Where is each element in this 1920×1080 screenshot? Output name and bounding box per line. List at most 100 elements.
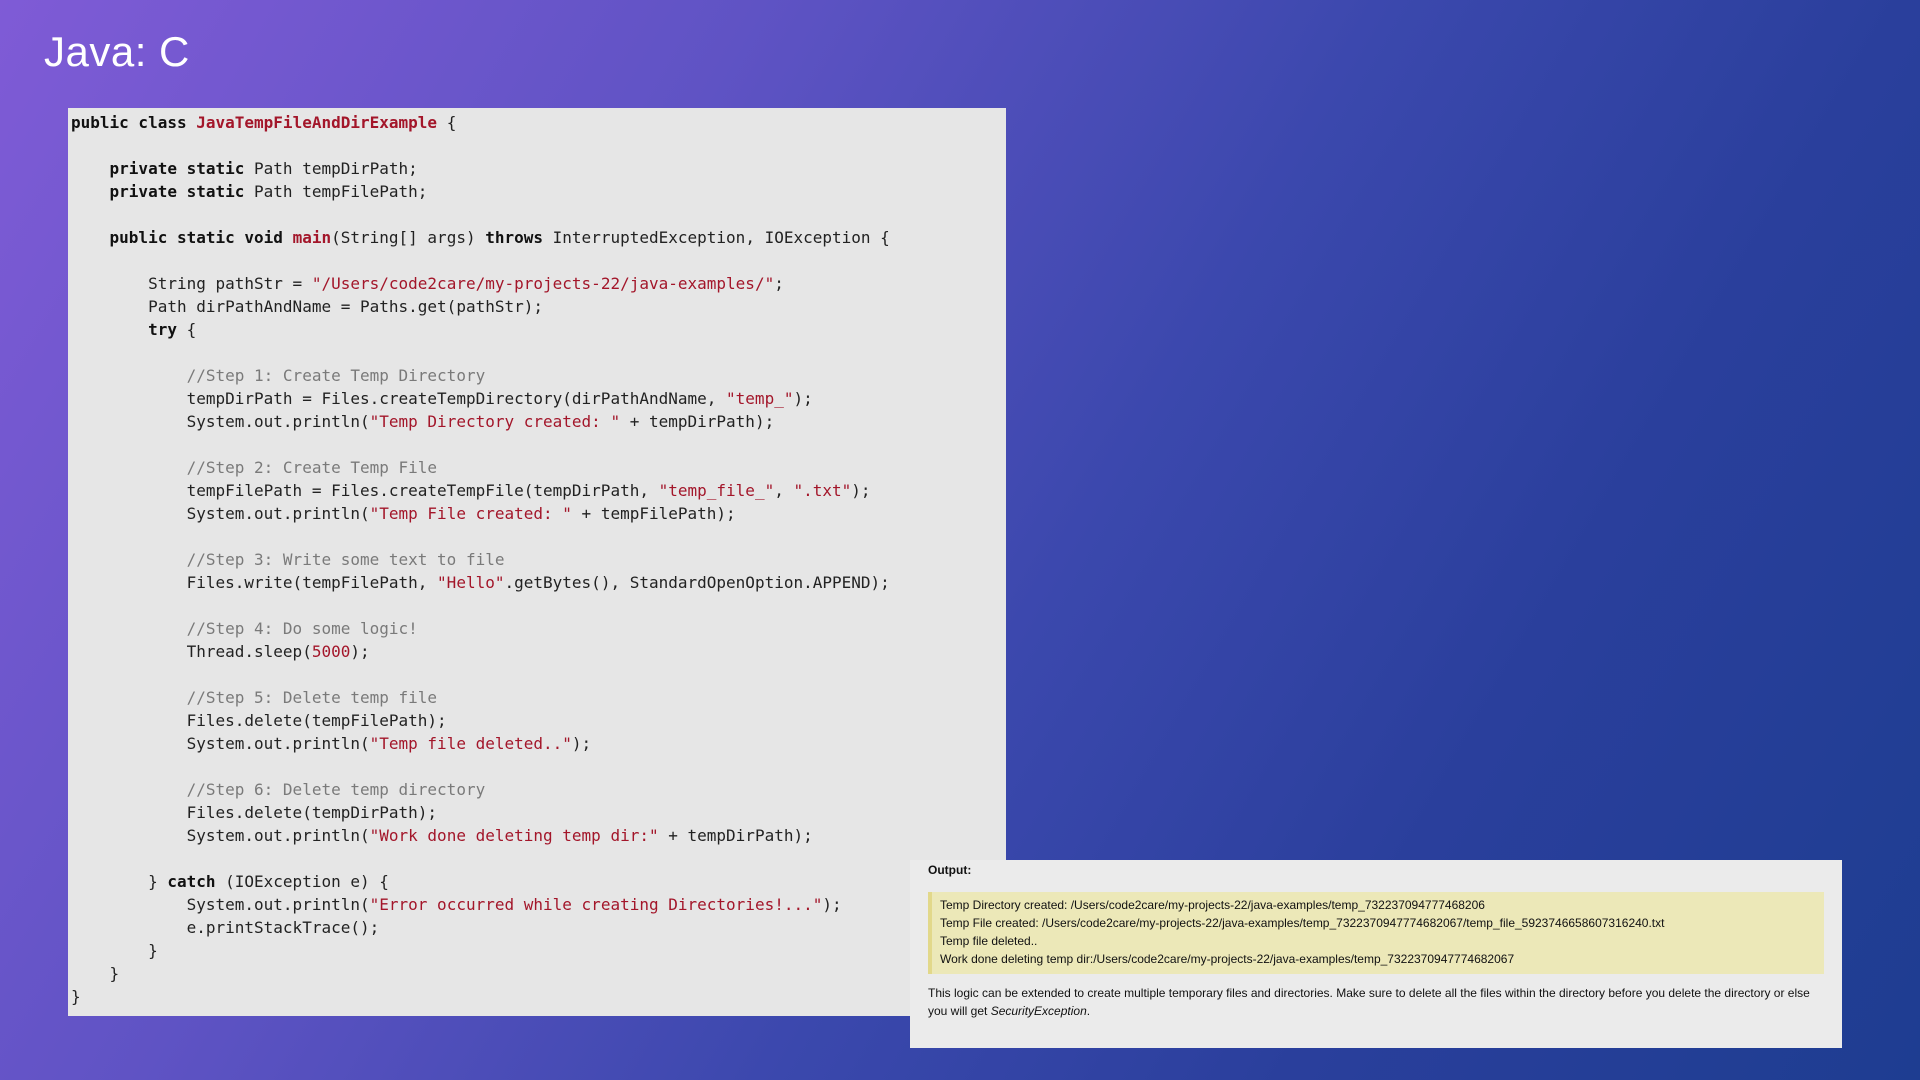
code-panel: public class JavaTempFileAndDirExample {… [68, 108, 1006, 1016]
code-token: + tempDirPath); [620, 412, 775, 431]
code-line: public static void main(String[] args) t… [71, 228, 890, 247]
code-line: System.out.println("Work done deleting t… [71, 826, 813, 845]
code-line: private static Path tempFilePath; [71, 182, 428, 201]
code-token: { [437, 113, 457, 132]
code-token: { [186, 320, 197, 339]
output-console: Temp Directory created: /Users/code2care… [928, 892, 1824, 974]
code-token: //Step 3: Write some text to file [186, 550, 505, 569]
code-token: System.out.println( [71, 412, 370, 431]
code-token: private static [109, 159, 255, 178]
output-line: Temp File created: /Users/code2care/my-p… [940, 916, 1665, 930]
code-line: } catch (IOException e) { [71, 872, 389, 891]
code-line: System.out.println("Temp File created: "… [71, 504, 736, 523]
code-line: Files.delete(tempFilePath); [71, 711, 447, 730]
code-line: //Step 2: Create Temp File [71, 458, 437, 477]
code-token: System.out.println( [71, 504, 370, 523]
output-note: This logic can be extended to create mul… [928, 984, 1824, 1020]
code-line: Files.delete(tempDirPath); [71, 803, 437, 822]
code-token: , [774, 481, 794, 500]
code-token: ".txt" [793, 481, 852, 500]
code-token: "Work done deleting temp dir:" [369, 826, 659, 845]
code-token: "Error occurred while creating Directori… [369, 895, 823, 914]
code-line: } [71, 987, 81, 1006]
code-token: "/Users/code2care/my-projects-22/java-ex… [311, 274, 775, 293]
code-token: + tempFilePath); [571, 504, 736, 523]
code-token: private static [109, 182, 255, 201]
code-token: ; [774, 274, 784, 293]
code-token: Path tempFilePath; [254, 182, 428, 201]
code-token: "Hello" [437, 573, 505, 592]
code-line: private static Path tempDirPath; [71, 159, 418, 178]
code-token: "Temp File created: " [369, 504, 572, 523]
code-block: public class JavaTempFileAndDirExample {… [68, 108, 1006, 1008]
code-line: try { [71, 320, 196, 339]
code-token: Thread.sleep( [71, 642, 312, 661]
code-line: System.out.println("Temp file deleted.."… [71, 734, 592, 753]
output-line: Temp Directory created: /Users/code2care… [940, 898, 1485, 912]
code-line: Files.write(tempFilePath, "Hello".getByt… [71, 573, 890, 592]
code-token: ); [851, 481, 871, 500]
code-line: //Step 3: Write some text to file [71, 550, 505, 569]
code-token: + tempDirPath); [658, 826, 813, 845]
code-token: } [71, 941, 158, 960]
code-token: public static void [109, 228, 293, 247]
code-token: InterruptedException, IOException { [552, 228, 890, 247]
code-token: "temp_" [726, 389, 794, 408]
code-token: "temp_file_" [658, 481, 775, 500]
code-line: System.out.println("Temp Directory creat… [71, 412, 775, 431]
output-panel: Output: Temp Directory created: /Users/c… [910, 860, 1842, 1048]
code-token: //Step 2: Create Temp File [186, 458, 438, 477]
code-token: catch [167, 872, 226, 891]
code-token: ); [793, 389, 813, 408]
code-line: //Step 1: Create Temp Directory [71, 366, 486, 385]
code-token: (String[] args) [331, 228, 486, 247]
code-token: "Temp file deleted.." [369, 734, 572, 753]
code-token: main [292, 228, 332, 247]
code-token: } [71, 987, 81, 1006]
code-token: Path tempDirPath; [254, 159, 418, 178]
code-token: public class [71, 113, 197, 132]
code-line: e.printStackTrace(); [71, 918, 380, 937]
code-token: e.printStackTrace(); [71, 918, 380, 937]
code-token: //Step 6: Delete temp directory [186, 780, 486, 799]
output-line: Temp file deleted.. [940, 934, 1038, 948]
code-line: tempFilePath = Files.createTempFile(temp… [71, 481, 871, 500]
code-token: Files.write(tempFilePath, [71, 573, 438, 592]
code-token: Files.delete(tempDirPath); [71, 803, 438, 822]
code-token: String pathStr = [71, 274, 312, 293]
code-token: tempDirPath = Files.createTempDirectory(… [71, 389, 727, 408]
code-line: //Step 4: Do some logic! [71, 619, 418, 638]
note-emphasis: SecurityException [990, 1004, 1087, 1018]
code-token: ); [571, 734, 592, 753]
code-token: //Step 1: Create Temp Directory [186, 366, 486, 385]
code-token: Path dirPathAndName = Paths.get(pathStr)… [71, 297, 544, 316]
code-token: throws [485, 228, 553, 247]
note-end: . [1086, 1004, 1091, 1018]
code-token: System.out.println( [71, 895, 370, 914]
output-line: Work done deleting temp dir:/Users/code2… [940, 952, 1515, 966]
output-label: Output: [928, 863, 972, 877]
code-token: .getBytes(), StandardOpenOption.APPEND); [504, 573, 890, 592]
code-token: "Temp Directory created: " [369, 412, 621, 431]
code-line: tempDirPath = Files.createTempDirectory(… [71, 389, 813, 408]
code-token: (IOException e) { [225, 872, 389, 891]
code-token: 5000 [311, 642, 351, 661]
code-line: } [71, 941, 158, 960]
code-token: } [71, 964, 120, 983]
code-line: } [71, 964, 120, 983]
code-token: tempFilePath = Files.createTempFile(temp… [71, 481, 659, 500]
slide-title: Java: C [44, 28, 190, 75]
code-line: Thread.sleep(5000); [71, 642, 370, 661]
code-token: Files.delete(tempFilePath); [71, 711, 447, 730]
code-line: System.out.println("Error occurred while… [71, 895, 842, 914]
code-token: //Step 5: Delete temp file [186, 688, 438, 707]
